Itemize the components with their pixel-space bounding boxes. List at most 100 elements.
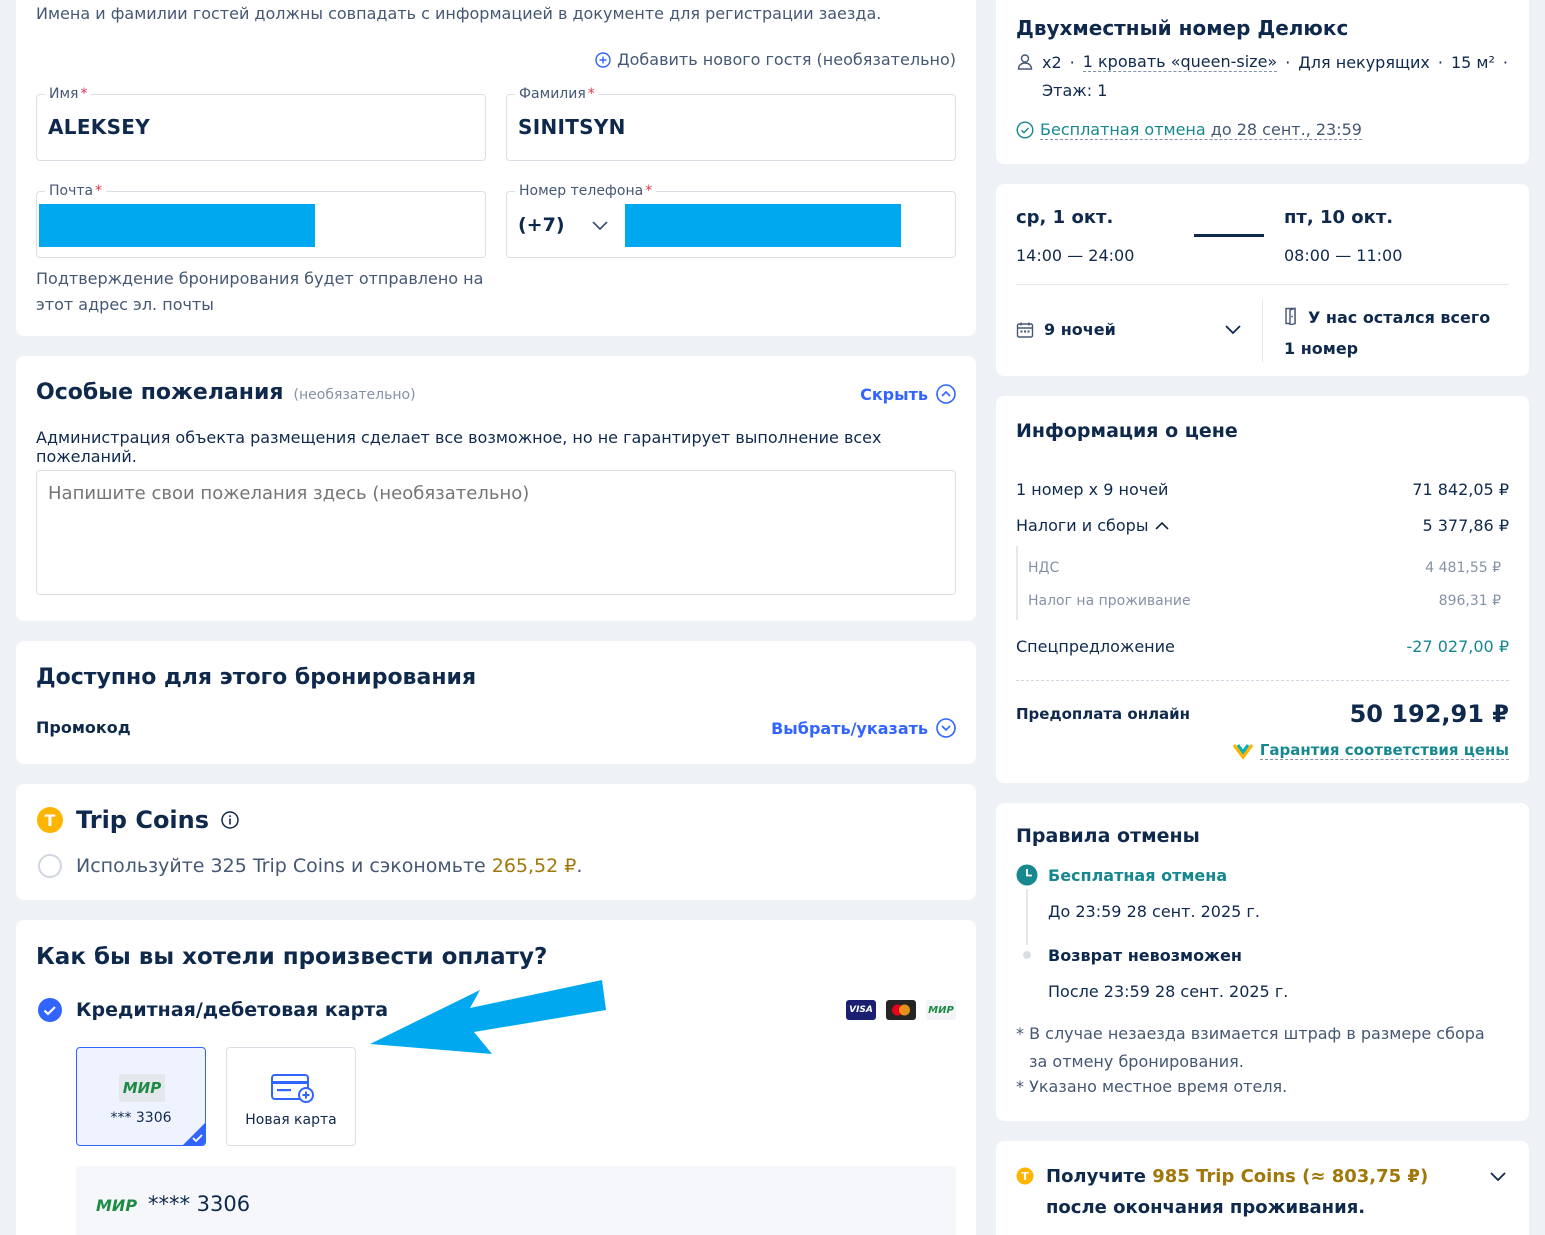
room-floor: Этаж: 1 [1042,81,1108,100]
checkout-date: пт, 10 окт. [1284,207,1394,228]
special-requests-title: Особые пожелания [36,380,284,405]
promo-select[interactable]: Выбрать/указать [771,718,956,738]
trip-coins-option[interactable]: Используйте 325 Trip Coins и сэкономьте … [38,854,582,878]
calendar-icon [1016,321,1034,339]
mir-logo: МИР [926,1000,956,1020]
promo-label: Промокод [36,718,131,737]
local-time-note: * Указано местное время отеля. [1016,1077,1288,1096]
price-row-rooms: 1 номер x 9 ночей 71 842,05 ₽ [1016,480,1509,499]
hide-label: Скрыть [860,384,928,404]
earn-coins-amount: 985 Trip Coins (≈ 803,75 ₽) [1152,1166,1429,1187]
first-name-value: ALEKSEY [48,115,151,139]
requests-textarea[interactable] [36,470,956,595]
room-card: Двухместный номер Делюкс x2 · 1 кровать … [996,0,1529,164]
saved-card-brand: МИР [119,1074,165,1102]
guarantee-label: Гарантия соответствия цены [1259,740,1509,760]
prepay-label: Предоплата онлайн [1016,705,1191,723]
cancellation-card: Правила отмены Бесплатная отмена До 23:5… [996,803,1529,1121]
chevron-down-icon[interactable] [1489,1171,1507,1183]
room-title: Двухместный номер Делюкс [1016,16,1349,40]
first-name-field[interactable]: Имя * ALEKSEY [36,86,486,161]
earn-coins-card[interactable]: T Получите 985 Trip Coins (≈ 803,75 ₽) п… [996,1141,1529,1235]
room-guests: x2 [1042,52,1062,72]
svg-text:T: T [45,811,56,830]
hide-toggle[interactable]: Скрыть [860,384,956,404]
new-card-label: Новая карта [245,1112,337,1128]
price-card: Информация о цене 1 номер x 9 ночей 71 8… [996,396,1529,783]
cancel-title: Правила отмены [1016,825,1200,847]
add-card-icon [270,1072,316,1104]
tax-subrow-value: 896,31 ₽ [1438,593,1501,609]
last-name-field[interactable]: Фамилия * SINITSYN [506,86,956,161]
radio-unchecked-icon[interactable] [38,854,62,878]
check-circle-icon [38,998,62,1022]
clock-icon [1016,864,1038,886]
availability-note: У нас остался всего 1 номер [1284,302,1504,364]
available-title: Доступно для этого бронирования [36,665,477,690]
add-guest-link[interactable]: Добавить нового гостя (необязательно) [595,50,956,69]
prepay-row: Предоплата онлайн 50 192,91 ₽ [1016,700,1509,728]
nonrefund-after-date: После 23:59 28 сент. 2025 г. [1048,982,1289,1001]
checkin-date: ср, 1 окт. [1016,207,1114,228]
requests-note: Администрация объекта размещения сделает… [36,428,882,466]
tax-subrow-vat: НДС 4 481,55 ₽ [1028,560,1501,576]
special-offer-value: -27 027,00 ₽ [1406,637,1509,656]
earn-suffix: после окончания проживания. [1046,1197,1366,1218]
room-bed[interactable]: 1 кровать «queen-size» [1082,52,1278,72]
free-cancel-link[interactable]: Бесплатная отмена до 28 сент., 23:59 [1016,120,1362,140]
tax-subrow-value: 4 481,55 ₽ [1425,560,1501,576]
room-smoking: Для некурящих [1298,52,1430,72]
first-name-label: Имя [49,86,79,102]
tax-subrow-label: НДС [1028,560,1060,576]
mastercard-logo: mastercard [886,1000,916,1020]
visa-logo: VISA [846,1000,876,1020]
free-cancel-title: Бесплатная отмена [1048,866,1228,885]
nights-label: 9 ночей [1044,320,1116,339]
new-card-tile[interactable]: Новая карта [226,1047,356,1146]
price-row-value: 5 377,86 ₽ [1422,516,1509,535]
selected-card-brand: МИР [96,1196,138,1215]
trip-coins-use-text: Используйте 325 Trip Coins и сэкономьте [76,855,486,877]
price-row-taxes[interactable]: Налоги и сборы 5 377,86 ₽ [1016,516,1509,535]
special-requests-card: Особые пожелания (необязательно) Скрыть … [16,356,976,621]
saved-card-tile[interactable]: МИР *** 3306 [76,1047,206,1146]
availability-label: У нас остался всего 1 номер [1284,308,1491,358]
trip-coin-small-icon: T [1016,1167,1034,1185]
phone-label: Номер телефона [519,183,644,199]
guest-info-card: Имена и фамилии гостей должны совпадать … [16,0,976,336]
timeline-dot [1023,951,1031,959]
price-row-label: 1 номер x 9 ночей [1016,480,1169,499]
selected-corner-check-icon [183,1123,205,1145]
redacted-email [39,204,315,247]
chevron-up-icon [1154,521,1170,531]
trip-coins-card: T Trip Coins Используйте 325 Trip Coins … [16,784,976,900]
nights-selector[interactable]: 9 ночей [1016,320,1242,339]
chevron-down-icon [1224,324,1242,336]
nonrefund-title: Возврат невозможен [1048,946,1242,965]
person-icon [1016,53,1034,71]
date-divider [1194,234,1264,237]
payment-card: Как бы вы хотели произвести оплату? Кред… [16,920,976,1235]
optional-tag: (необязательно) [293,387,416,403]
check-outline-icon [1016,121,1034,139]
payment-title: Как бы вы хотели произвести оплату? [36,944,548,970]
free-cancel-label: Бесплатная отмена [1040,120,1206,139]
earn-coins-text: Получите 985 Trip Coins (≈ 803,75 ₽) пос… [1046,1161,1466,1223]
chevron-down-circle-icon [936,718,956,738]
add-guest-label: Добавить нового гостя (необязательно) [617,50,956,69]
phone-country-code[interactable]: (+7) [518,214,565,236]
tax-subrow-stay: Налог на проживание 896,31 ₽ [1028,593,1501,609]
selected-card-row: МИР **** 3306 [76,1166,956,1235]
price-guarantee-link[interactable]: Гарантия соответствия цены [1232,740,1509,760]
prepay-value: 50 192,91 ₽ [1349,700,1509,728]
info-icon[interactable] [221,811,239,829]
chevron-down-icon[interactable] [591,220,609,232]
payment-method-option[interactable]: Кредитная/дебетовая карта [38,998,388,1022]
door-icon [1284,307,1300,325]
email-label: Почта [49,183,94,199]
phone-field[interactable]: Номер телефона * (+7) [506,183,956,258]
price-row-special: Спецпредложение -27 027,00 ₽ [1016,637,1509,656]
svg-text:T: T [1021,1170,1029,1183]
earn-prefix: Получите [1046,1166,1146,1187]
email-field[interactable]: Почта * [36,183,486,258]
